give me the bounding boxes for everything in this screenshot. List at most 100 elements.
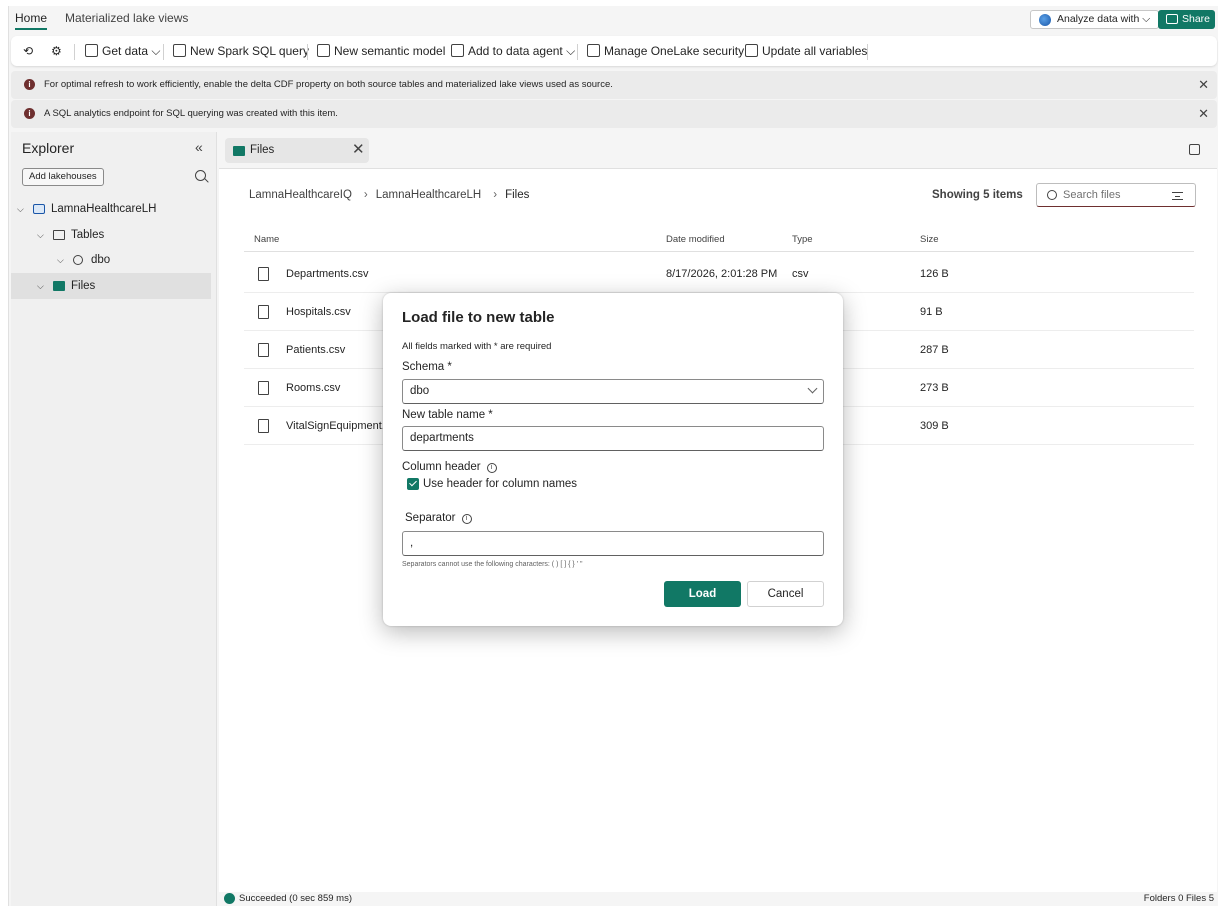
file-size: 273 B [920, 382, 949, 394]
message-bar-sql-endpoint: i A SQL analytics endpoint for SQL query… [11, 100, 1217, 128]
cancel-button[interactable]: Cancel [747, 581, 824, 607]
add-to-data-agent-label: Add to data agent [468, 44, 563, 58]
status-counts: Folders 0 Files 5 [1143, 893, 1214, 904]
status-text: Succeeded (0 sec 859 ms) [239, 893, 353, 904]
file-size: 309 B [920, 420, 949, 432]
collapse-pane-icon[interactable]: « [195, 139, 203, 155]
file-icon [258, 267, 269, 281]
new-semantic-model-label: New semantic model [334, 44, 446, 58]
file-type: csv [792, 268, 809, 280]
variables-icon [745, 44, 758, 57]
breadcrumb: LamnaHealthcareIQ › LamnaHealthcareLH › File… [249, 189, 533, 201]
column-header-size[interactable]: Size [920, 228, 938, 252]
table-row[interactable]: Departments.csv 8/17/2026, 2:01:28 PM cs… [244, 255, 1194, 293]
close-icon[interactable]: ✕ [352, 137, 365, 162]
chevron-right-icon: › [493, 189, 498, 201]
get-data-icon [85, 44, 98, 57]
separator-label: Separator [405, 512, 456, 524]
message-bar-cdf: i For optimal refresh to work efficientl… [11, 71, 1217, 99]
load-button[interactable]: Load [664, 581, 741, 607]
file-icon [258, 381, 269, 395]
search-files-input[interactable]: Search files [1036, 183, 1196, 207]
file-icon [258, 419, 269, 433]
update-all-variables-label: Update all variables [762, 44, 868, 58]
update-all-variables-button[interactable]: Update all variables [745, 42, 867, 60]
share-label: Share [1182, 13, 1211, 25]
search-icon [1047, 190, 1057, 200]
chevron-down-icon [807, 383, 818, 394]
chevron-right-icon: › [363, 189, 368, 201]
info-icon: i [24, 108, 35, 119]
folder-icon [53, 281, 65, 291]
info-icon: i [24, 79, 35, 90]
share-icon [1166, 14, 1178, 24]
lakehouse-icon [33, 204, 45, 214]
close-icon[interactable]: ✕ [1198, 71, 1209, 99]
analyze-data-button[interactable]: Analyze data with ⌵ [1030, 10, 1160, 29]
breadcrumb-lakehouse[interactable]: LamnaHealthcareLH [376, 189, 481, 201]
tree-label-files: Files [71, 280, 96, 292]
chevron-down-icon: ⌵ [57, 255, 64, 265]
semantic-model-icon [317, 44, 330, 57]
refresh-icon[interactable]: ⟲ [23, 42, 33, 60]
sql-query-icon [173, 44, 186, 57]
tree-item-tables[interactable]: ⌵ Tables [11, 222, 211, 248]
toolbar-divider [74, 44, 75, 60]
use-header-checkbox[interactable] [407, 478, 419, 490]
column-header-name[interactable]: Name [254, 228, 279, 252]
column-header-date[interactable]: Date modified [666, 228, 725, 252]
share-button[interactable]: Share [1158, 10, 1215, 29]
schema-dropdown[interactable]: dbo [402, 379, 824, 404]
filter-icon[interactable] [1172, 192, 1183, 200]
file-date: 8/17/2026, 2:01:28 PM [666, 268, 778, 280]
toolbar-divider [307, 44, 308, 60]
info-icon[interactable]: i [461, 514, 472, 524]
new-semantic-model-button[interactable]: New semantic model [317, 42, 445, 60]
chevron-down-icon: ⌵ [37, 230, 44, 240]
file-icon [258, 343, 269, 357]
toolbar-divider [163, 44, 164, 60]
column-header-type[interactable]: Type [792, 228, 813, 252]
file-name: VitalSignEquipment. [286, 420, 385, 432]
get-data-label: Get data [102, 44, 149, 58]
info-icon[interactable]: i [486, 463, 497, 473]
explorer-pane: Explorer « Add lakehouses ⌵ LamnaHealthc… [11, 132, 217, 906]
tree-item-schema[interactable]: ⌵ dbo [11, 247, 211, 273]
breadcrumb-files: Files [505, 189, 530, 201]
get-data-button[interactable]: Get data ⌵ [85, 42, 160, 60]
tree-label-schema: dbo [91, 254, 111, 266]
top-bar: Home Materialized lake views Analyze dat… [9, 6, 1218, 34]
tree-item-lakehouse[interactable]: ⌵ LamnaHealthcareLH [11, 196, 211, 222]
required-note: All fields marked with * are required [402, 341, 552, 352]
schema-label: Schema * [402, 361, 452, 373]
use-header-label[interactable]: Use header for column names [423, 478, 577, 490]
file-size: 126 B [920, 268, 949, 280]
manage-onelake-security-button[interactable]: Manage OneLake security [587, 42, 744, 60]
separator-value: , [410, 537, 414, 549]
add-lakehouses-button[interactable]: Add lakehouses [22, 168, 104, 186]
tab-home[interactable]: Home [15, 11, 48, 30]
separator-input[interactable]: , [402, 531, 824, 556]
add-to-data-agent-button[interactable]: Add to data agent ⌵ [451, 42, 575, 60]
separator-hint: Separators cannot use the following char… [402, 561, 583, 568]
analyze-label: Analyze data with [1057, 13, 1140, 25]
breadcrumb-workspace[interactable]: LamnaHealthcareIQ [249, 189, 352, 201]
tab-materialized-lake-views[interactable]: Materialized lake views [65, 11, 188, 25]
file-size: 287 B [920, 344, 949, 356]
chevron-down-icon: ⌵ [17, 204, 24, 214]
table-name-input[interactable]: departments [402, 426, 824, 451]
manage-onelake-security-label: Manage OneLake security [604, 44, 745, 58]
message-text: For optimal refresh to work efficiently,… [44, 79, 613, 90]
new-spark-sql-button[interactable]: New Spark SQL query [173, 42, 309, 60]
load-file-dialog: Load file to new table All fields marked… [383, 293, 843, 626]
search-placeholder: Search files [1063, 189, 1121, 201]
tab-files[interactable]: Files ✕ [225, 138, 369, 163]
copy-icon[interactable] [1189, 144, 1200, 155]
close-icon[interactable]: ✕ [1198, 100, 1209, 128]
table-name-label: New table name * [402, 409, 493, 421]
column-header-label-row: Column header i [402, 461, 497, 473]
tree-item-files[interactable]: ⌵ Files [11, 273, 211, 299]
search-icon[interactable] [195, 170, 206, 181]
settings-icon[interactable]: ⚙ [51, 42, 62, 60]
table-name-value: departments [410, 432, 474, 444]
